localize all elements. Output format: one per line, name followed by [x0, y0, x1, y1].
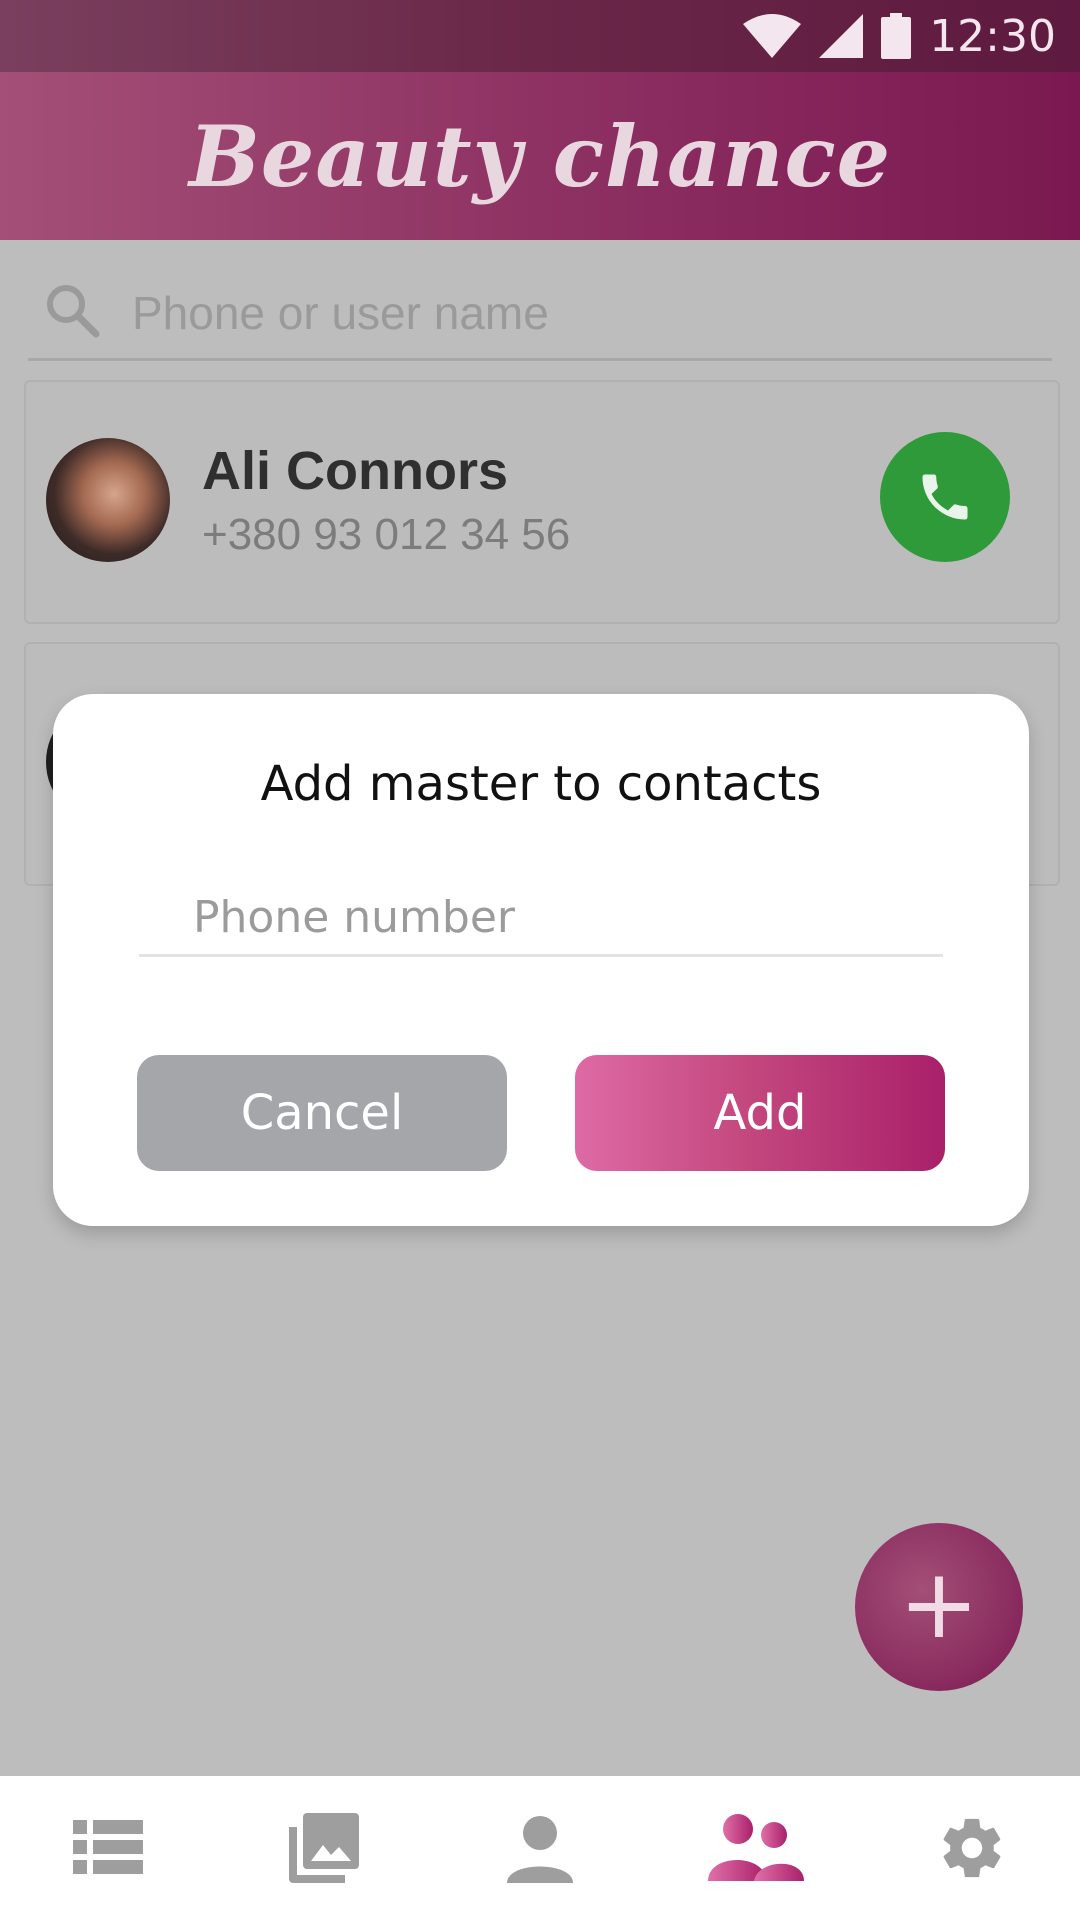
nav-item-gallery[interactable]: [264, 1788, 384, 1908]
cancel-button[interactable]: Cancel: [137, 1055, 507, 1171]
person-icon: [507, 1816, 573, 1883]
status-icons: 12:30: [743, 0, 1056, 72]
add-contact-fab[interactable]: +: [855, 1523, 1023, 1691]
add-button[interactable]: Add: [575, 1055, 945, 1171]
phone-number-input[interactable]: Phone number: [139, 884, 943, 957]
call-button[interactable]: [880, 432, 1010, 562]
gallery-icon: [289, 1813, 359, 1883]
phone-icon: [922, 474, 968, 520]
search-field[interactable]: Phone or user name: [28, 262, 1052, 361]
app-bar: Beauty chance: [0, 72, 1080, 240]
search-placeholder: Phone or user name: [132, 287, 549, 339]
search-icon: [47, 285, 100, 338]
nav-item-contacts[interactable]: [696, 1788, 816, 1908]
status-bar: 12:30: [0, 0, 1080, 72]
dialog-title: Add master to contacts: [260, 756, 822, 812]
contact-phone: +380 93 012 34 56: [202, 510, 571, 559]
battery-icon: [881, 13, 912, 59]
nav-item-settings[interactable]: [912, 1788, 1032, 1908]
settings-icon: [943, 1818, 1001, 1878]
list-icon: [73, 1820, 143, 1874]
phone-number-placeholder: Phone number: [193, 892, 516, 943]
people-icon: [708, 1814, 804, 1881]
bottom-navigation: [0, 1776, 1080, 1920]
add-master-dialog: Add master to contacts Phone number Canc…: [53, 694, 1029, 1226]
avatar: [46, 438, 170, 562]
plus-icon: +: [898, 1548, 980, 1660]
wifi-icon: [743, 14, 802, 58]
contact-name: Ali Connors: [202, 441, 508, 501]
nav-item-profile[interactable]: [480, 1788, 600, 1908]
status-time: 12:30: [929, 10, 1056, 62]
contact-card[interactable]: Ali Connors +380 93 012 34 56: [24, 380, 1060, 624]
signal-icon: [819, 14, 864, 58]
nav-item-list[interactable]: [48, 1788, 168, 1908]
app-title: Beauty chance: [188, 106, 892, 206]
